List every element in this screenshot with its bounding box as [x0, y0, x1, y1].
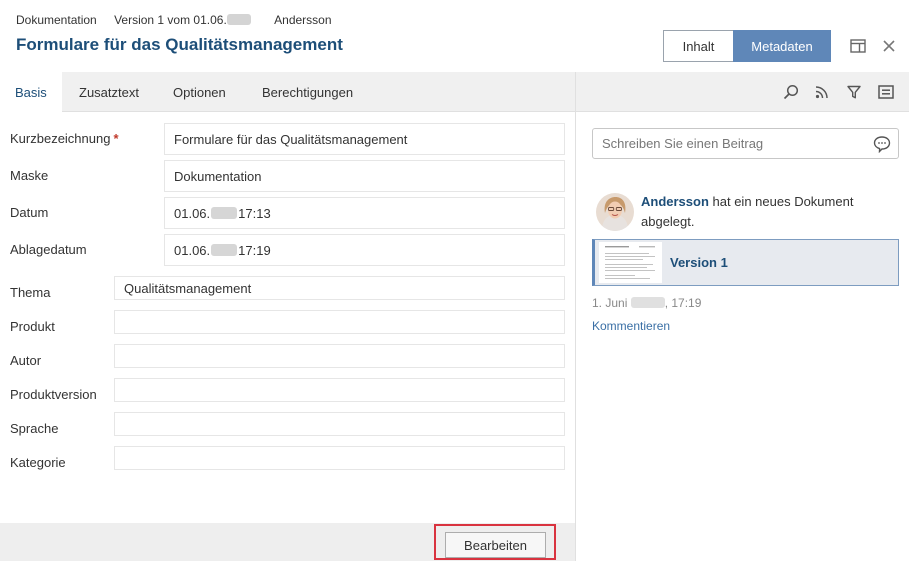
activity-user-link[interactable]: Andersson	[641, 194, 709, 209]
form-row-autor: Autor	[0, 344, 575, 370]
comment-bubble-icon[interactable]	[873, 135, 891, 154]
datum-field[interactable]: 01.06. 17:13	[164, 197, 565, 229]
produktversion-label: Produktversion	[10, 387, 97, 402]
kurzbezeichnung-label: Kurzbezeichnung	[10, 131, 111, 146]
list-view-icon[interactable]	[877, 83, 895, 101]
form-row-kategorie: Kategorie	[0, 446, 575, 472]
redacted-year	[211, 244, 238, 256]
datum-time: 17:13	[238, 205, 271, 221]
kategorie-label: Kategorie	[10, 455, 66, 470]
document-card[interactable]: Version 1	[592, 239, 899, 286]
thema-field[interactable]: Qualitätsmanagement	[114, 276, 565, 300]
timestamp-date: 1. Juni	[592, 296, 628, 310]
required-marker: *	[113, 131, 119, 146]
autor-label: Autor	[10, 353, 42, 368]
form-row-produktversion: Produktversion	[0, 378, 575, 404]
rss-feed-icon[interactable]	[813, 83, 831, 101]
metadata-panel: Basis Zusatztext Optionen Berechtigungen…	[0, 72, 575, 561]
filter-icon[interactable]	[845, 83, 863, 101]
produktversion-field[interactable]	[114, 378, 565, 402]
datum-label: Datum	[10, 205, 49, 220]
thema-label: Thema	[10, 285, 51, 300]
kurzbezeichnung-field[interactable]: Formulare für das Qualitätsmanagement	[164, 123, 565, 155]
form-row-ablagedatum: Ablagedatum 01.06. 17:19	[0, 234, 575, 266]
search-icon[interactable]	[782, 83, 800, 101]
ablagedatum-date: 01.06.	[174, 242, 211, 258]
form-row-produkt: Produkt	[0, 310, 575, 336]
post-input[interactable]: Schreiben Sie einen Beitrag	[592, 128, 899, 159]
produkt-field[interactable]	[114, 310, 565, 334]
activity-text: Andersson hat ein neues Dokument abgeleg…	[641, 192, 901, 232]
tab-berechtigungen[interactable]: Berechtigungen	[247, 72, 368, 112]
avatar[interactable]	[596, 193, 634, 231]
ablagedatum-time: 17:19	[238, 242, 271, 258]
document-thumbnail	[599, 242, 662, 283]
timestamp-time: , 17:19	[664, 296, 702, 310]
redacted-year	[226, 14, 251, 25]
tab-optionen[interactable]: Optionen	[158, 72, 241, 112]
document-type: Dokumentation	[16, 13, 97, 27]
form-row-sprache: Sprache	[0, 412, 575, 438]
form-footer: Bearbeiten	[0, 523, 575, 561]
document-meta-line: Dokumentation Version 1 vom 01.06. Ander…	[16, 13, 346, 27]
view-toggle: Inhalt Metadaten	[663, 30, 831, 62]
tab-basis[interactable]: Basis	[0, 72, 62, 112]
tab-zusatztext[interactable]: Zusatztext	[64, 72, 154, 112]
page-title: Formulare für das Qualitätsmanagement	[16, 35, 343, 54]
edit-button[interactable]: Bearbeiten	[445, 532, 546, 558]
tab-bar: Basis Zusatztext Optionen Berechtigungen	[0, 72, 575, 112]
content-view-button[interactable]: Inhalt	[663, 30, 733, 62]
sprache-field[interactable]	[114, 412, 565, 436]
metadata-view-button[interactable]: Metadaten	[733, 30, 831, 62]
redacted-year	[630, 297, 665, 308]
activity-panel: Schreiben Sie einen Beitrag Andersson ha…	[575, 72, 909, 561]
ablagedatum-field[interactable]: 01.06. 17:19	[164, 234, 565, 266]
sprache-label: Sprache	[10, 421, 59, 436]
form-row-datum: Datum 01.06. 17:13	[0, 197, 575, 229]
autor-field[interactable]	[114, 344, 565, 368]
document-card-title: Version 1	[670, 255, 728, 270]
form-row-kurzbezeichnung: Kurzbezeichnung * Formulare für das Quali…	[0, 123, 575, 155]
datum-date: 01.06.	[174, 205, 211, 221]
comment-link[interactable]: Kommentieren	[592, 319, 670, 333]
layout-toggle-icon[interactable]	[849, 37, 867, 55]
close-icon[interactable]	[880, 37, 898, 55]
maske-field[interactable]: Dokumentation	[164, 160, 565, 192]
kategorie-field[interactable]	[114, 446, 565, 470]
produkt-label: Produkt	[10, 319, 55, 334]
document-author: Andersson	[274, 13, 332, 27]
post-input-placeholder: Schreiben Sie einen Beitrag	[602, 136, 764, 151]
activity-toolbar	[576, 72, 909, 112]
maske-label: Maske	[10, 168, 49, 183]
form-row-thema: Thema Qualitätsmanagement	[0, 276, 575, 302]
redacted-year	[211, 207, 238, 219]
document-header: Dokumentation Version 1 vom 01.06. Ander…	[0, 0, 909, 72]
ablagedatum-label: Ablagedatum	[10, 242, 87, 257]
document-version: Version 1 vom 01.06.	[114, 13, 227, 27]
activity-timestamp: 1. Juni , 17:19	[592, 296, 701, 310]
form-row-maske: Maske Dokumentation	[0, 160, 575, 192]
